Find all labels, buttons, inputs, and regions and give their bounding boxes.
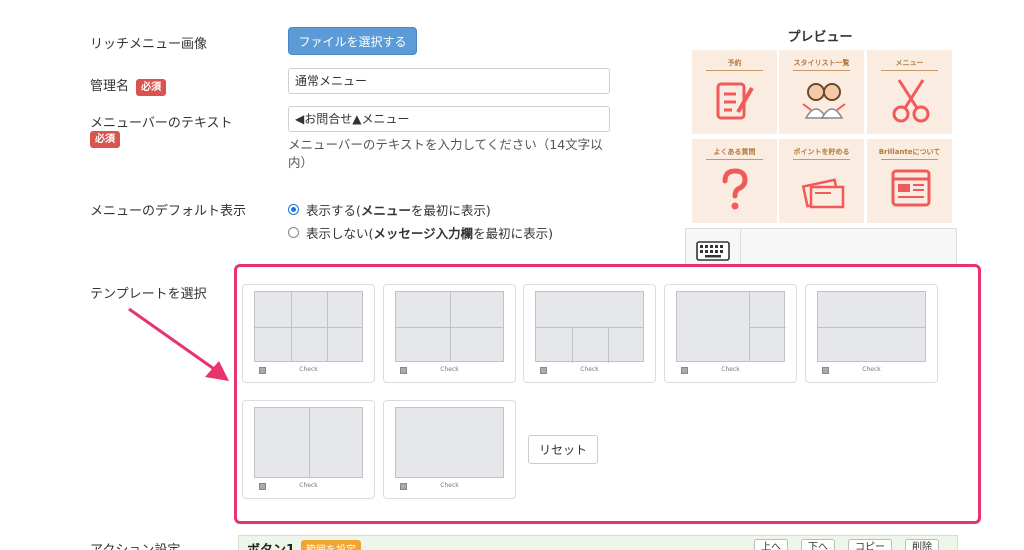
scissors-icon <box>892 79 930 123</box>
template-layout <box>254 407 363 478</box>
preview-cell-title: Brillanteについて <box>878 148 941 156</box>
preview-grid: 予約 スタイリスト一覧 メニュー よくある質問 ポイントを貯める Brillan… <box>690 48 954 224</box>
template-layout <box>676 291 786 362</box>
template-option-4[interactable]: Check <box>664 284 797 383</box>
file-select-button[interactable]: ファイルを選択する <box>288 27 417 55</box>
default-display-label: メニューのデフォルト表示 <box>90 204 247 219</box>
preview-cell-stylists: スタイリスト一覧 <box>779 50 864 134</box>
admin-name-label: 管理名 必須 <box>90 75 167 96</box>
question-icon <box>722 168 748 210</box>
preview-cell-title: よくある質問 <box>713 148 756 156</box>
point-card-icon <box>801 178 845 209</box>
preview-cell-reserve: 予約 <box>692 50 777 134</box>
template-layout <box>254 291 363 362</box>
template-option-6[interactable]: Check <box>242 400 375 499</box>
required-badge: 必須 <box>90 131 120 148</box>
radio-hide-suffix: を最初に表示) <box>473 226 554 241</box>
copy-button[interactable]: コピー <box>848 539 892 550</box>
template-option-3[interactable]: Check <box>523 284 656 383</box>
menubar-text-help: メニューバーのテキストを入力してください（14文字以内） <box>288 137 603 170</box>
pointer-arrow-icon <box>128 307 229 381</box>
radio-show-suffix: を最初に表示) <box>410 203 491 218</box>
template-option-2[interactable]: Check <box>383 284 516 383</box>
template-option-7[interactable]: Check <box>383 400 516 499</box>
template-check-label: Check <box>862 366 881 373</box>
preview-cell-about: Brillanteについて <box>867 139 952 223</box>
template-option-5[interactable]: Check <box>805 284 938 383</box>
template-check-label: Check <box>299 482 318 489</box>
template-check-label: Check <box>721 366 740 373</box>
template-check-label: Check <box>580 366 599 373</box>
template-check-label: Check <box>440 366 459 373</box>
radio-hide[interactable] <box>288 227 299 238</box>
reservation-icon <box>716 82 754 120</box>
preview-cell-title: 予約 <box>727 59 742 67</box>
preview-title: プレビュー <box>787 30 853 45</box>
preview-cell-faq: よくある質問 <box>692 139 777 223</box>
template-check-label: Check <box>440 482 459 489</box>
preview-cell-title: メニュー <box>895 59 924 67</box>
preview-cell-points: ポイントを貯める <box>779 139 864 223</box>
radio-option-hide[interactable]: 表示しない(メッセージ入力欄 を最初に表示) <box>288 223 553 242</box>
required-badge: 必須 <box>136 79 167 96</box>
menubar-text-label: メニューバーのテキスト <box>90 116 233 131</box>
reset-button[interactable]: リセット <box>528 435 598 464</box>
radio-option-show[interactable]: 表示する(メニュー を最初に表示) <box>288 200 491 219</box>
action-button-title: ボタン1 <box>247 539 295 550</box>
radio-hide-bold: メッセージ入力欄 <box>373 226 474 241</box>
move-up-button[interactable]: 上へ <box>754 539 788 550</box>
template-layout <box>817 291 926 362</box>
radio-show[interactable] <box>288 204 299 215</box>
stylists-icon <box>802 83 846 119</box>
template-option-1[interactable]: Check <box>242 284 375 383</box>
keyboard-icon[interactable] <box>696 241 730 261</box>
action-settings-label: アクション設定 <box>90 539 180 550</box>
delete-button[interactable]: 削除 <box>905 539 939 550</box>
template-layout <box>535 291 644 363</box>
menubar-text-input[interactable]: ◀お問合せ▲メニュー <box>288 106 610 132</box>
radio-show-bold: メニュー <box>360 203 411 218</box>
preview-cell-menu: メニュー <box>867 50 952 134</box>
template-check-label: Check <box>299 366 318 373</box>
radio-hide-prefix: 表示しない( <box>306 226 374 241</box>
preview-cell-title: スタイリスト一覧 <box>793 59 850 67</box>
move-down-button[interactable]: 下へ <box>801 539 835 550</box>
radio-show-prefix: 表示する( <box>306 203 361 218</box>
admin-name-label-text: 管理名 <box>90 79 130 94</box>
rich-menu-image-label: リッチメニュー画像 <box>90 37 208 52</box>
template-layout <box>395 407 504 478</box>
template-label: テンプレートを選択 <box>90 287 207 302</box>
admin-name-input[interactable]: 通常メニュー <box>288 68 610 94</box>
browser-page-icon <box>891 169 931 207</box>
menubar-required-badge-wrap: 必須 <box>90 131 120 148</box>
action-button-bar: ボタン1 範囲を設定 上へ 下へ コピー 削除 <box>238 535 958 550</box>
template-layout <box>395 291 504 362</box>
range-badge[interactable]: 範囲を設定 <box>301 540 361 550</box>
preview-cell-title: ポイントを貯める <box>793 148 850 156</box>
